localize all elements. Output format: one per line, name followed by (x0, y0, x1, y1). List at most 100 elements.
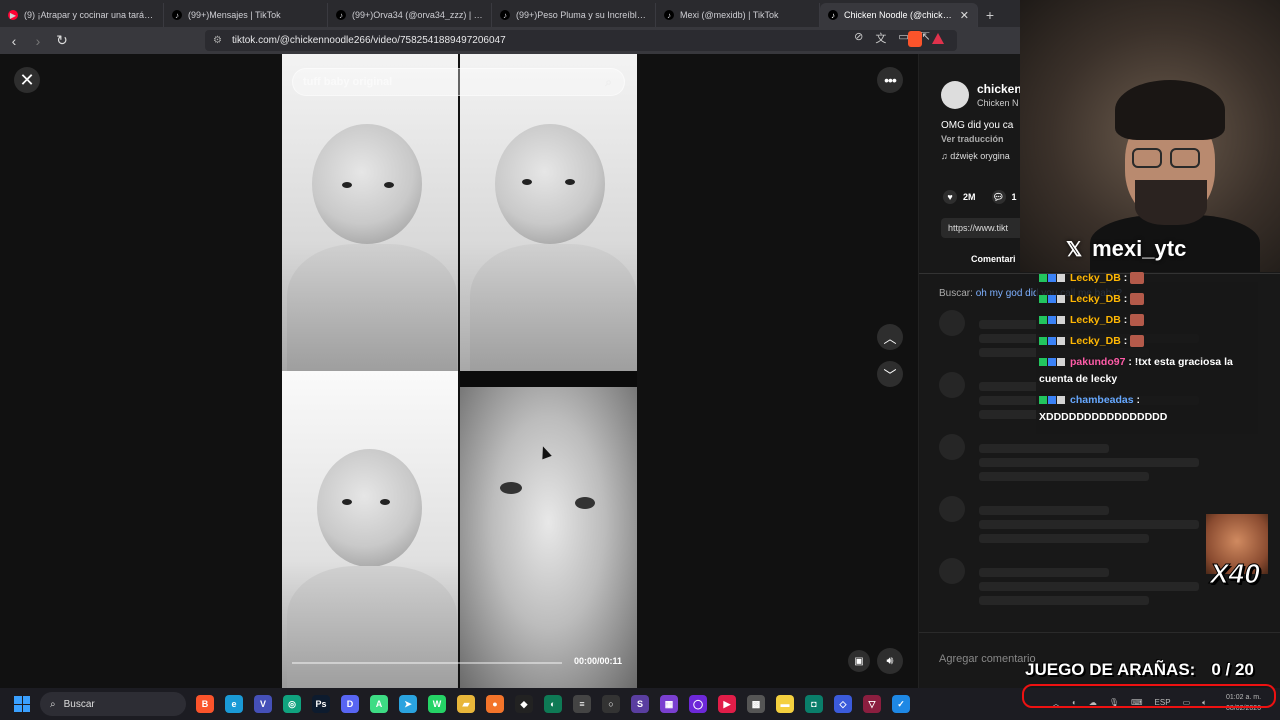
android-icon[interactable]: A (370, 695, 388, 713)
app-icon[interactable]: ◐ (544, 695, 562, 713)
reader-icon[interactable]: ⊘ (854, 30, 863, 46)
comment-placeholder-line (979, 596, 1149, 605)
chat-emote (1130, 272, 1145, 285)
comment-placeholder-line (979, 582, 1199, 591)
streamer-tag: 𝕏 mexi_ytc (1066, 236, 1186, 262)
app-icon[interactable]: ▦ (660, 695, 678, 713)
address-bar[interactable]: ⚙ tiktok.com/@chickennoodle266/video/758… (205, 30, 957, 51)
browser-tab[interactable]: ♪ Chicken Noodle (@chickenno... ✕ (820, 3, 978, 27)
brave-icon[interactable]: B (196, 695, 214, 713)
tiktok-icon: ♪ (828, 10, 838, 20)
comment-placeholder-avatar (939, 310, 965, 336)
captions-icon[interactable]: ▣ (848, 650, 870, 672)
telegram-icon[interactable]: ➤ (399, 695, 417, 713)
tiktok-icon: ♪ (664, 10, 674, 20)
chat-username[interactable]: Lecky_DB (1070, 314, 1121, 326)
comment-placeholder-line (979, 458, 1199, 467)
edge-icon[interactable]: e (225, 695, 243, 713)
close-icon[interactable]: ✕ (14, 67, 40, 93)
next-video-icon[interactable]: ﹀ (877, 361, 903, 387)
game-score: 0 / 20 (1211, 660, 1254, 679)
back-icon[interactable]: ‹ (4, 31, 24, 51)
brave-rewards-icon[interactable] (932, 33, 944, 44)
music-link[interactable]: ♫ dźwięk orygina (941, 151, 1010, 161)
app-icon[interactable]: ◘ (805, 695, 823, 713)
search-icon[interactable]: ⌕ (605, 75, 612, 90)
obs-icon[interactable]: ○ (602, 695, 620, 713)
chat-message: Lecky_DB : (1036, 289, 1256, 310)
multiplier-label: X40 (1210, 558, 1261, 590)
chat-text: XDDDDDDDDDDDDDDDD (1039, 411, 1168, 423)
translate-link[interactable]: Ver traducción (941, 134, 1004, 144)
chat-emote (1130, 314, 1145, 327)
taskbar-search[interactable]: ⌕ Buscar (40, 692, 186, 716)
app-icon[interactable]: ✓ (892, 695, 910, 713)
new-tab-icon[interactable]: + (978, 3, 1002, 27)
streamer-handle: mexi_ytc (1092, 236, 1187, 261)
video-panel (460, 54, 637, 371)
chat-username[interactable]: Lecky_DB (1070, 272, 1121, 284)
video-player[interactable]: tuff baby original ⌕ 00:00/00:11 (282, 54, 637, 688)
volume-icon[interactable]: 🔊︎ (877, 648, 903, 674)
tiktok-icon: ♪ (500, 10, 510, 20)
youtube-icon: ▶ (8, 10, 18, 20)
app-icon[interactable]: ● (486, 695, 504, 713)
vivaldi-icon[interactable]: V (254, 695, 272, 713)
search-icon: ⌕ (50, 698, 56, 710)
photoshop-icon[interactable]: Ps (312, 695, 330, 713)
like-icon[interactable]: ♥ (943, 190, 957, 204)
start-icon[interactable] (14, 696, 30, 712)
chat-username[interactable]: Lecky_DB (1070, 293, 1121, 305)
app-icon[interactable]: ◆ (515, 695, 533, 713)
app-icon[interactable]: ≡ (573, 695, 591, 713)
author-display-name: Chicken N (977, 98, 1019, 108)
chat-message: Lecky_DB : (1036, 310, 1256, 331)
like-count: 2M (963, 192, 976, 202)
translate-icon[interactable]: 文 (875, 30, 886, 46)
browser-tab[interactable]: ♪ (99+)Peso Pluma y su Increíble Impa... (492, 3, 656, 27)
browser-tab[interactable]: ▶ (9) ¡Atrapar y cocinar una tarántula! .… (0, 3, 164, 27)
close-tab-icon[interactable]: ✕ (960, 9, 969, 22)
app-icon[interactable]: ◯ (689, 695, 707, 713)
discord-icon[interactable]: D (341, 695, 359, 713)
site-info-icon[interactable]: ⚙ (213, 35, 222, 46)
tab-comments[interactable]: Comentari (971, 254, 1016, 264)
app-icon[interactable]: S (631, 695, 649, 713)
notes-icon[interactable]: ▬ (776, 695, 794, 713)
add-comment-input[interactable]: Agregar comentario (939, 653, 1036, 665)
folder-icon[interactable]: ▰ (457, 695, 475, 713)
author-username[interactable]: chicken (977, 82, 1022, 96)
app-icon[interactable]: ▶ (718, 695, 736, 713)
whatsapp-icon[interactable]: W (428, 695, 446, 713)
app-icon[interactable]: ◇ (834, 695, 852, 713)
comment-icon[interactable]: 💬︎ (991, 190, 1006, 204)
brave-shields-icon[interactable] (908, 31, 922, 47)
browser-tab-title: (9) ¡Atrapar y cocinar una tarántula! ..… (24, 10, 155, 20)
comment-placeholder-line (979, 444, 1109, 453)
game-counter: JUEGO DE ARAÑAS: 0 / 20 (1025, 660, 1254, 680)
chat-username[interactable]: chambeadas (1070, 394, 1134, 406)
browser-tab[interactable]: ♪ (99+)Mensajes | TikTok (164, 3, 328, 27)
x-logo-icon: 𝕏 (1066, 238, 1083, 261)
browser-tab[interactable]: ♪ (99+)Orva34 (@orva34_zzz) | TikTok (328, 3, 492, 27)
browser-tab-title: (99+)Mensajes | TikTok (188, 10, 281, 20)
video-search-box[interactable]: tuff baby original ⌕ (292, 68, 625, 96)
app-icon[interactable]: ▽ (863, 695, 881, 713)
video-progress-bar[interactable] (292, 662, 562, 664)
browser-tab-title: Mexi (@mexidb) | TikTok (680, 10, 779, 20)
share-icon[interactable]: ⇱ (921, 30, 930, 46)
chat-message: Lecky_DB : (1036, 331, 1256, 352)
app-icon[interactable]: ▩ (747, 695, 765, 713)
browser-tab-title: (99+)Peso Pluma y su Increíble Impa... (516, 10, 647, 20)
chat-username[interactable]: Lecky_DB (1070, 335, 1121, 347)
comment-search-prefix: Buscar: (939, 288, 973, 299)
chat-username[interactable]: pakundo97 (1070, 356, 1125, 368)
chat-message: Lecky_DB : (1036, 268, 1256, 289)
more-options-icon[interactable]: ••• (877, 67, 903, 93)
forward-icon[interactable]: › (28, 31, 48, 51)
previous-video-icon[interactable]: ︿ (877, 324, 903, 350)
reload-icon[interactable]: ↻ (52, 31, 72, 51)
browser-tab[interactable]: ♪ Mexi (@mexidb) | TikTok (656, 3, 820, 27)
avatar[interactable] (941, 81, 969, 109)
app-icon[interactable]: ◎ (283, 695, 301, 713)
